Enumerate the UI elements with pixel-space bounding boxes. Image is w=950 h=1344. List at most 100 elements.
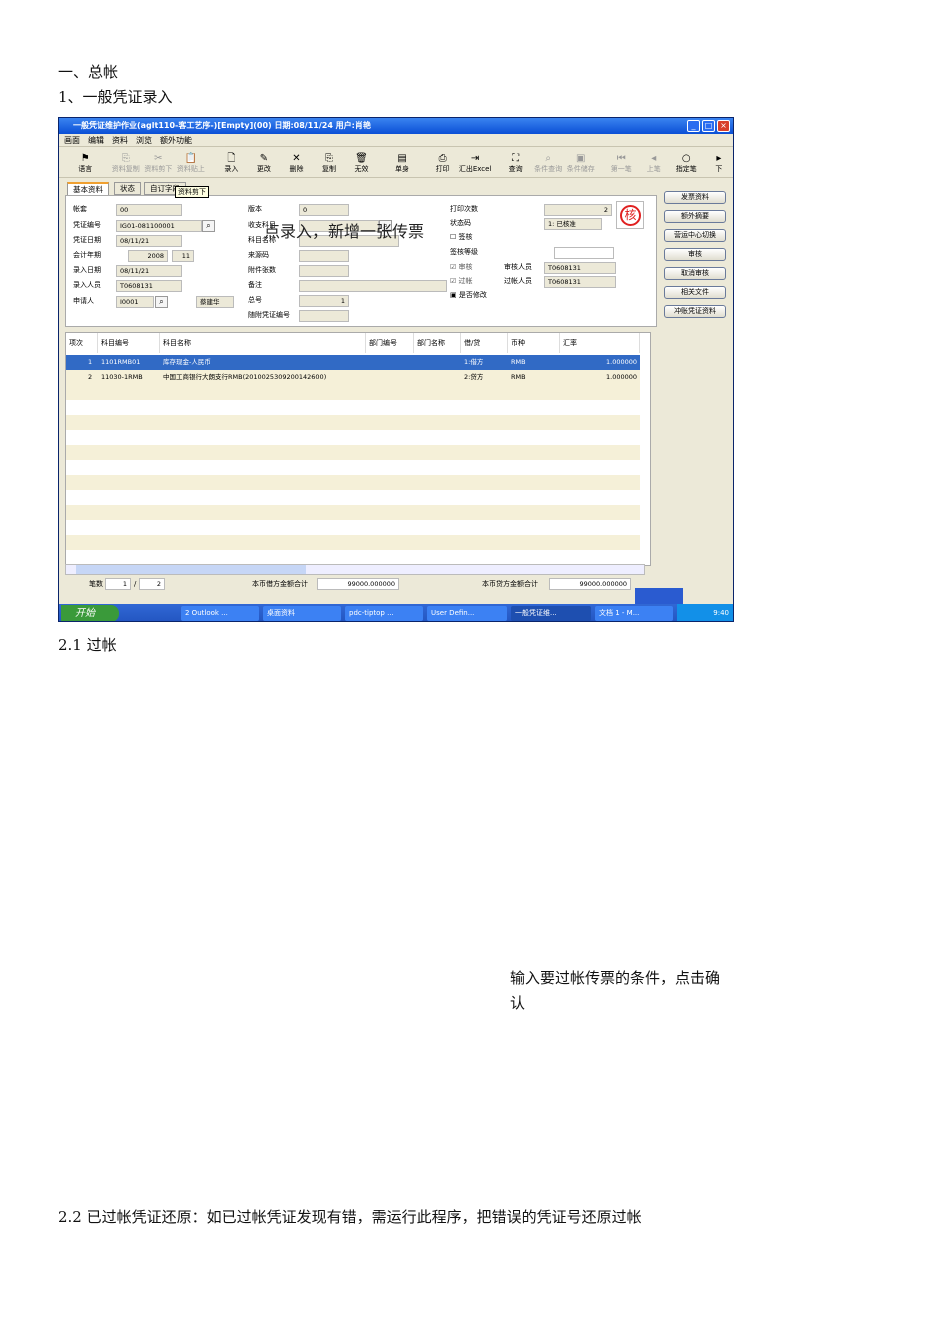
taskbar-item[interactable]: User Defin... (427, 606, 507, 621)
switch-center-button[interactable]: 营运中心切换 (664, 229, 726, 242)
toolbar-button-12[interactable]: ⛶ 查询 (499, 153, 532, 177)
source-field[interactable] (299, 250, 349, 262)
extra-summary-button[interactable]: 额外摘要 (664, 210, 726, 223)
attached-voucher-field[interactable] (299, 310, 349, 322)
grid-stripe (66, 535, 640, 550)
ledger-field[interactable]: 00 (116, 204, 182, 216)
approve-button[interactable]: 审核 (664, 248, 726, 261)
related-files-button[interactable]: 相关文件 (664, 286, 726, 299)
column-header[interactable]: 借/贷 (461, 333, 508, 353)
ledger-label: 帐套 (73, 205, 87, 213)
total-no-field[interactable]: 1 (299, 295, 349, 307)
toolbar-button-11[interactable]: ⇥ 汇出Excel (459, 153, 492, 177)
toolbar-button-10[interactable]: ⎙ 打印 (426, 153, 459, 177)
sign-checkbox[interactable]: ☐ 签核 (450, 232, 473, 242)
status-code-select[interactable]: 1: 已核准 (544, 218, 602, 230)
toolbar-button-6[interactable]: ✕ 删除 (280, 153, 313, 177)
toolbar-button-0[interactable]: ⚑ 语言 (69, 153, 102, 177)
table-cell: RMB (511, 358, 526, 366)
toolbar-label: 资料复制 (111, 165, 140, 173)
table-row[interactable]: 2 11030-1RMB 中国工商银行大朗支行RMB(201002530920014… (66, 370, 640, 385)
entry-date-field[interactable]: 08/11/21 (116, 265, 182, 277)
toolbar-button-14[interactable]: ▣ 条件储存 (564, 153, 597, 177)
approver-field: T0608131 (544, 262, 616, 274)
total-records: 2 (139, 578, 165, 590)
cancel-approve-button[interactable]: 取消审核 (664, 267, 726, 280)
table-cell: 1101RMB01 (101, 358, 141, 366)
form-panel: 帐套 00 凭证编号 IG01-081100001 ⌕ 凭证日期 08/11/2… (65, 195, 657, 327)
toolbar-button-7[interactable]: ⎘ 复制 (313, 153, 346, 177)
heading-posting: 2.1 过帐 (58, 636, 117, 654)
toolbar-button-18[interactable]: ▸ 下 (703, 153, 733, 177)
approved-checkbox[interactable]: ☑ 审核 (450, 262, 473, 272)
toolbar-button-17[interactable]: ○ 指定笔 (670, 153, 703, 177)
attach-field[interactable] (299, 265, 349, 277)
menu-item[interactable]: 资料 (112, 134, 128, 146)
column-header[interactable]: 汇率 (560, 333, 640, 353)
applicant-field[interactable]: I0001 (116, 296, 154, 308)
posted-checkbox[interactable]: ☑ 过帐 (450, 276, 473, 286)
voucher-no-field[interactable]: IG01-081100001 (116, 220, 202, 232)
menu-item[interactable]: 额外功能 (160, 134, 192, 146)
copy-icon: ⎘ (121, 153, 130, 164)
toolbar-button-15[interactable]: ⏮ 第一笔 (605, 153, 638, 177)
start-button[interactable]: 开始 (61, 605, 119, 621)
table-cell: RMB (511, 373, 526, 381)
sign-label: 签核 (458, 233, 473, 241)
sign-level-field[interactable] (554, 247, 614, 259)
paste-icon: 📋 (184, 153, 198, 164)
heading-voucher-entry: 1、一般凭证录入 (58, 88, 173, 106)
menu-item[interactable]: 画面 (64, 134, 80, 146)
column-header[interactable]: 币种 (508, 333, 560, 353)
toolbar-button-16[interactable]: ◂ 上笔 (638, 153, 671, 177)
taskbar-item[interactable]: 桌面资料 (263, 606, 341, 621)
taskbar-item[interactable]: 2 Outlook ... (181, 606, 259, 621)
menu-item[interactable]: 浏览 (136, 134, 152, 146)
voucher-date-field[interactable]: 08/11/21 (116, 235, 182, 247)
search-icon[interactable]: ⌕ (202, 220, 215, 232)
trash-icon: 🗑 (355, 153, 368, 164)
erp-screenshot: 一般凭证维护作业(aglt110-客工艺序-)[Empty](00) 日期:08… (58, 117, 734, 622)
tab-basic[interactable]: 基本资料 (67, 182, 109, 195)
toolbar-button-1[interactable]: ⎘ 资料复制 (110, 153, 143, 177)
toolbar-button-9[interactable]: ▤ 单身 (386, 153, 419, 177)
column-header[interactable]: 部门编号 (366, 333, 414, 353)
table-row[interactable]: 1 1101RMB01 库存现金-人民币 1:借方 RMB 1.000000 (66, 355, 640, 370)
toolbar-button-13[interactable]: ⌕ 条件查询 (532, 153, 565, 177)
reversal-voucher-button[interactable]: 冲账凭证资料 (664, 305, 726, 318)
toolbar-button-5[interactable]: ✎ 更改 (248, 153, 281, 177)
tab-status[interactable]: 状态 (114, 182, 141, 195)
horizontal-scrollbar[interactable] (65, 564, 645, 575)
table-cell: 1 (88, 358, 93, 366)
column-header[interactable]: 项次 (66, 333, 98, 353)
search-icon[interactable]: ⌕ (155, 296, 168, 308)
column-header[interactable]: 科目名称 (160, 333, 366, 353)
column-header[interactable]: 科目编号 (98, 333, 160, 353)
modify-checkbox[interactable]: ▣ 是否修改 (450, 290, 487, 300)
toolbar-button-4[interactable]: 🗋 录入 (215, 153, 248, 177)
minimize-button[interactable]: _ (687, 120, 700, 132)
maximize-button[interactable]: □ (702, 120, 715, 132)
month-field[interactable]: 11 (172, 250, 194, 262)
toolbar: ⚑ 语言 ⎘ 资料复制 ✂ 资料剪下 📋 资料贴上 🗋 录入 ✎ 更改 ✕ 删除 ⎘ 复制 🗑 无效 ▤ 单身 ⎙ 打印 ⇥… (59, 148, 733, 178)
menu-item[interactable]: 编辑 (88, 134, 104, 146)
taskbar-item[interactable]: pdc-tiptop ... (345, 606, 423, 621)
close-button[interactable]: × (717, 120, 730, 132)
toolbar-label: 资料贴上 (176, 165, 205, 173)
taskbar-item-active[interactable]: 一般凭证维... (511, 606, 591, 621)
entry-user-field[interactable]: T0608131 (116, 280, 182, 292)
table-cell: 2 (88, 373, 93, 381)
toolbar-button-3[interactable]: 📋 资料贴上 (175, 153, 208, 177)
invoice-button[interactable]: 发票资料 (664, 191, 726, 204)
column-header[interactable]: 部门名称 (414, 333, 461, 353)
toolbar-button-8[interactable]: 🗑 无效 (345, 153, 378, 177)
taskbar-item[interactable]: 文档 1 - M... (595, 606, 673, 621)
remark-field[interactable] (299, 280, 447, 292)
toolbar-button-2[interactable]: ✂ 资料剪下 (142, 153, 175, 177)
version-field[interactable]: 0 (299, 204, 349, 216)
year-field[interactable]: 2008 (128, 250, 168, 262)
annotation-entry: 点录入，新增一张传票 (264, 222, 425, 241)
language-bar[interactable] (635, 588, 683, 604)
heading-general-ledger: 一、总帐 (58, 63, 119, 81)
count-label: 笔数 (89, 580, 103, 588)
